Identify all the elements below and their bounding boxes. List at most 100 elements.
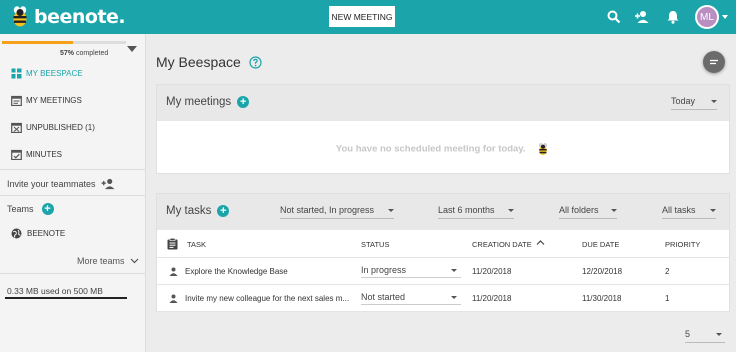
- table-row[interactable]: Invite my new colleague for the next sal…: [157, 285, 729, 312]
- status-filter-dropdown[interactable]: Not started, In progress: [280, 205, 394, 219]
- progress-label: 57% completed: [60, 50, 108, 57]
- status-filter-value: Not started, In progress: [280, 205, 375, 215]
- teams-header: Teams +: [7, 203, 54, 215]
- task-name[interactable]: Invite my new colleague for the next sal…: [185, 294, 349, 303]
- add-meeting-icon[interactable]: +: [237, 96, 250, 108]
- my-tasks-header: My tasks + Not started, In progress Last…: [157, 194, 729, 230]
- my-meetings-card: My meetings + Today You have no schedule…: [156, 84, 730, 174]
- bell-icon[interactable]: [665, 9, 681, 25]
- my-meetings-header: My meetings + Today: [157, 85, 729, 121]
- search-icon[interactable]: [606, 9, 622, 25]
- chevron-down-icon: [451, 296, 457, 299]
- sort-ascending-icon[interactable]: [536, 239, 545, 246]
- avatar-initials: ML: [700, 11, 714, 23]
- page-title: My Beespace: [156, 54, 262, 70]
- person-icon: [169, 267, 178, 276]
- top-bar: beenote. NEW MEETING ML: [0, 0, 736, 34]
- team-label: BEENOTE: [27, 229, 66, 238]
- my-meetings-title-text: My meetings: [166, 96, 232, 108]
- logo-text: beenote.: [34, 6, 126, 28]
- menu-lines-icon: [710, 59, 718, 65]
- task-creation-date: 11/20/2018: [472, 267, 512, 276]
- help-icon[interactable]: [249, 55, 262, 69]
- person-icon: [169, 294, 178, 303]
- progress-expand-caret-icon[interactable]: [127, 46, 137, 52]
- tasks-filter-value: All tasks: [662, 205, 696, 215]
- chevron-down-icon: [130, 258, 138, 264]
- task-status-select[interactable]: Not started: [361, 292, 461, 305]
- progress-suffix: completed: [75, 50, 109, 57]
- nav-label: MY BEESPACE: [26, 69, 83, 78]
- nav-my-beespace[interactable]: MY BEESPACE: [11, 68, 83, 79]
- teams-label: Teams: [7, 204, 34, 214]
- add-person-icon: [101, 178, 114, 190]
- task-status-select[interactable]: In progress: [361, 265, 461, 278]
- divider: [0, 169, 146, 170]
- page-title-text: My Beespace: [156, 54, 241, 70]
- meetings-icon: [11, 95, 22, 106]
- nav-label: MY MEETINGS: [26, 96, 82, 105]
- beenote-logo[interactable]: beenote.: [8, 5, 126, 29]
- no-meetings-message: You have no scheduled meeting for today.: [157, 142, 729, 156]
- invite-teammates-link[interactable]: Invite your teammates: [7, 178, 115, 190]
- table-row[interactable]: Explore the Knowledge Base In progress 1…: [157, 258, 729, 285]
- column-header-status[interactable]: STATUS: [361, 240, 389, 249]
- tasks-table-header: TASK STATUS CREATION DATE DUE DATE PRIOR…: [157, 230, 729, 258]
- chevron-down-icon: [508, 209, 514, 212]
- globe-icon: [11, 228, 22, 239]
- task-priority: 1: [665, 294, 670, 303]
- account-menu-caret-icon[interactable]: [722, 15, 728, 19]
- more-teams-toggle[interactable]: More teams: [77, 256, 139, 266]
- my-tasks-card: My tasks + Not started, In progress Last…: [156, 193, 730, 312]
- clipboard-icon: [167, 238, 178, 250]
- task-priority: 2: [665, 267, 670, 276]
- beespace-icon: [11, 68, 22, 79]
- page-size-value: 5: [685, 329, 691, 339]
- nav-label: MINUTES: [26, 150, 62, 159]
- add-team-icon[interactable]: +: [41, 203, 54, 215]
- column-header-creation-date[interactable]: CREATION DATE: [472, 240, 532, 249]
- period-filter-dropdown[interactable]: Last 6 months: [438, 205, 514, 219]
- chevron-down-icon: [711, 100, 717, 103]
- no-meetings-text: You have no scheduled meeting for today.: [335, 143, 526, 155]
- sidebar: 57% completed MY BEESPACE MY MEETINGS UN…: [0, 34, 146, 352]
- bee-logo-icon: [13, 6, 27, 27]
- column-header-due-date[interactable]: DUE DATE: [582, 240, 619, 249]
- column-header-task[interactable]: TASK: [187, 240, 206, 249]
- task-status-value: In progress: [361, 265, 407, 275]
- task-due-date: 12/20/2018: [582, 267, 623, 276]
- storage-usage-bar: [5, 297, 127, 299]
- chevron-down-icon: [716, 333, 722, 336]
- add-person-icon[interactable]: [634, 9, 650, 25]
- my-meetings-title: My meetings +: [166, 96, 250, 108]
- task-name[interactable]: Explore the Knowledge Base: [185, 267, 288, 276]
- page-size-select[interactable]: 5: [685, 329, 725, 343]
- progress-fill: [2, 41, 73, 44]
- nav-minutes[interactable]: MINUTES: [11, 149, 62, 160]
- task-status-value: Not started: [361, 292, 406, 302]
- user-avatar[interactable]: ML: [695, 5, 719, 29]
- progress-percent: 57%: [60, 50, 75, 57]
- nav-unpublished[interactable]: UNPUBLISHED (1): [11, 122, 95, 133]
- my-tasks-title: My tasks +: [166, 205, 230, 217]
- chevron-down-icon: [611, 209, 617, 212]
- chevron-down-icon: [451, 269, 457, 272]
- period-filter-value: Last 6 months: [438, 205, 495, 215]
- folders-filter-dropdown[interactable]: All folders: [559, 205, 617, 219]
- add-task-icon[interactable]: +: [217, 205, 230, 217]
- unpublished-icon: [11, 122, 22, 133]
- divider: [0, 195, 146, 196]
- new-meeting-button[interactable]: NEW MEETING: [329, 6, 395, 27]
- bee-icon: [539, 143, 548, 155]
- task-creation-date: 11/20/2018: [472, 294, 512, 303]
- onboarding-progress-bar: [2, 41, 126, 44]
- nav-my-meetings[interactable]: MY MEETINGS: [11, 95, 82, 106]
- my-tasks-title-text: My tasks: [166, 205, 212, 217]
- tasks-filter-dropdown[interactable]: All tasks: [662, 205, 716, 219]
- nav-label: UNPUBLISHED (1): [26, 123, 95, 132]
- folders-filter-value: All folders: [559, 205, 599, 215]
- column-header-priority[interactable]: PRIORITY: [665, 240, 700, 249]
- quick-actions-button[interactable]: [703, 51, 725, 73]
- meetings-period-dropdown[interactable]: Today: [671, 96, 717, 110]
- team-item-beenote[interactable]: BEENOTE: [11, 228, 65, 239]
